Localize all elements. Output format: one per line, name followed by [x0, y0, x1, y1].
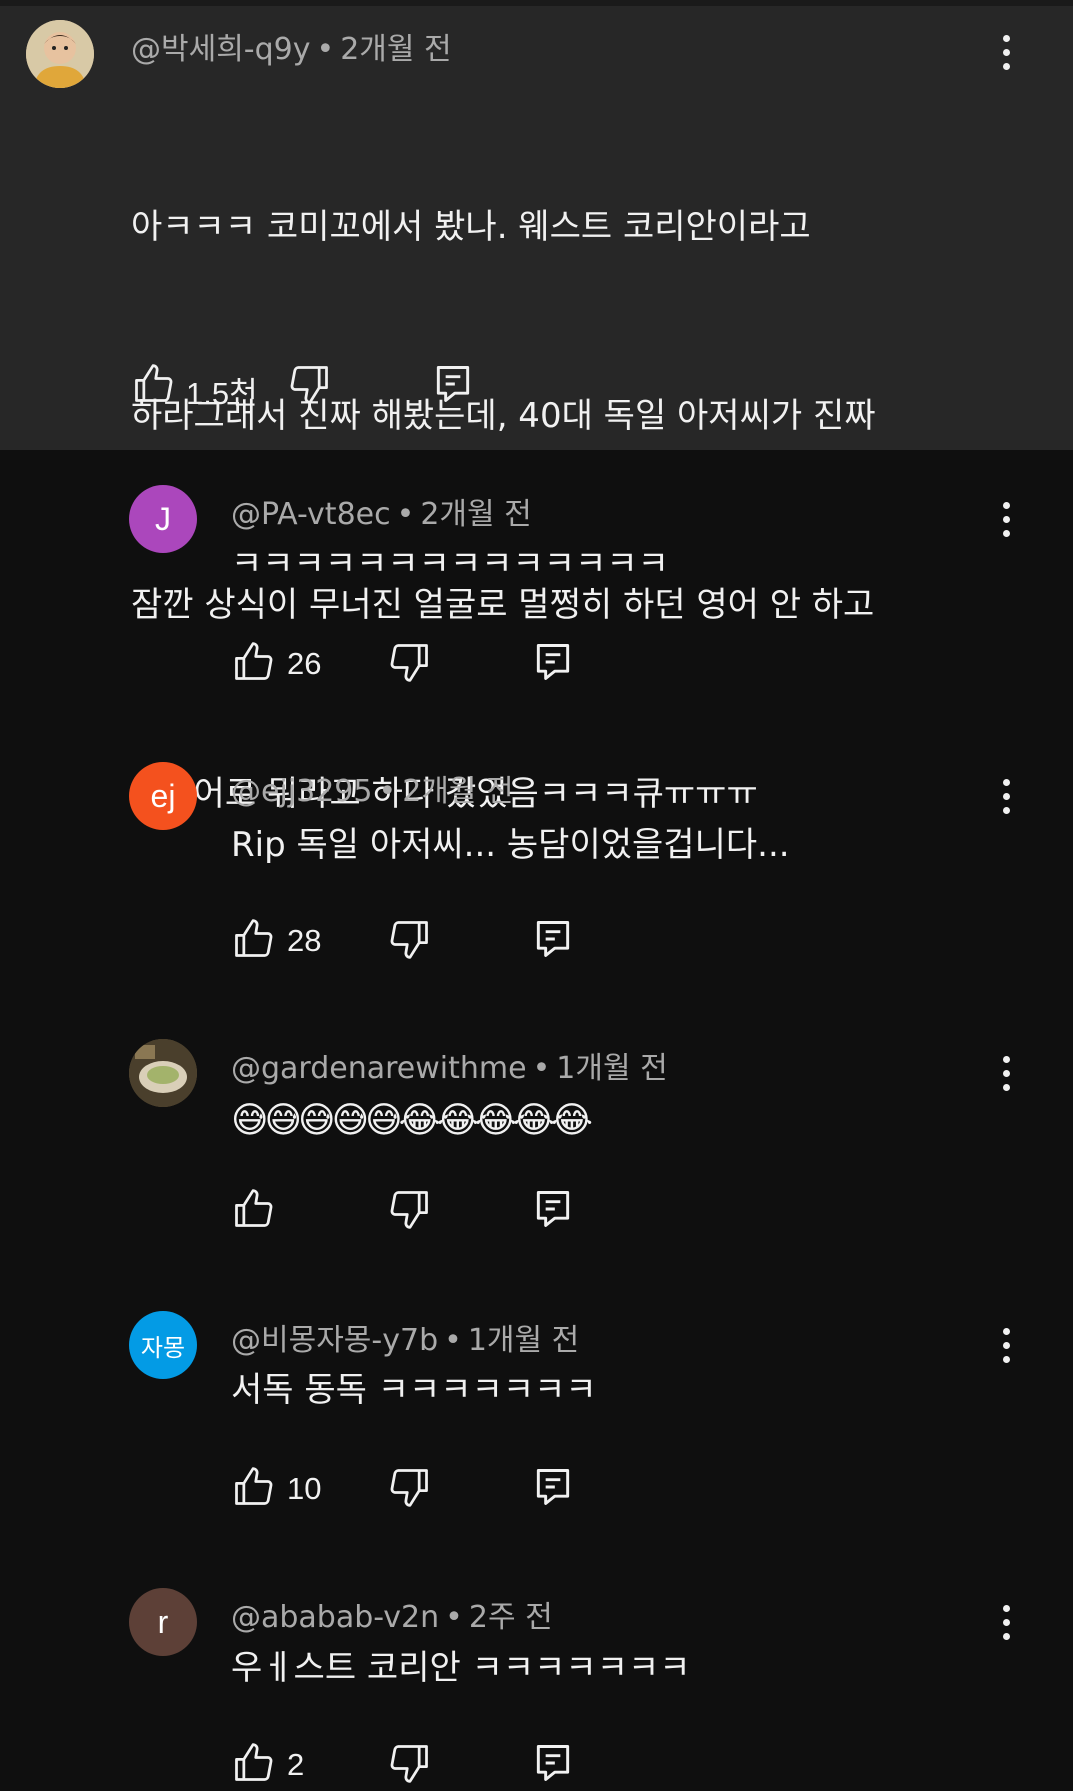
comment-meta: @PA-vt8ec • 2개월 전: [231, 489, 532, 533]
comment-time: 2개월 전: [420, 497, 532, 532]
comment-text: 😅😅😅😅😅😂😂😂😂😂: [231, 1100, 593, 1141]
comment-menu-button[interactable]: [986, 22, 1026, 82]
avatar[interactable]: r: [129, 1588, 197, 1656]
reply-comment-icon[interactable]: [531, 640, 575, 684]
reply-comment-icon[interactable]: [531, 1187, 575, 1231]
like-count: 10: [287, 1471, 322, 1506]
meta-separator: •: [378, 774, 397, 809]
like-count: 2: [287, 1747, 305, 1782]
comment-text: ㅋㅋㅋㅋㅋㅋㅋㅋㅋㅋㅋㅋㅋㅋ: [231, 544, 669, 584]
comment-time: 1개월 전: [467, 1323, 580, 1358]
more-vertical-icon: [1002, 778, 1010, 786]
avatar-letter: r: [157, 1603, 169, 1640]
comment-menu-button[interactable]: [986, 1043, 1026, 1103]
comment-menu-button[interactable]: [986, 489, 1026, 549]
avatar[interactable]: [129, 1039, 197, 1107]
like-count: 1.5천: [186, 376, 258, 411]
more-vertical-icon: [1002, 1604, 1010, 1612]
comment-text: 우ㅔ스트 코리안 ㅋㅋㅋㅋㅋㅋㅋ: [231, 1648, 691, 1688]
more-vertical-icon: [1002, 1327, 1010, 1335]
comment-menu-button[interactable]: [986, 1315, 1026, 1375]
author-handle[interactable]: @PA-vt8ec: [231, 497, 391, 532]
comment-time: 2개월 전: [402, 774, 514, 809]
like-count: 28: [287, 923, 322, 958]
thumbs-up-icon[interactable]: [231, 1741, 275, 1785]
thumbs-down-icon[interactable]: [388, 640, 432, 684]
meta-separator: •: [444, 1323, 462, 1358]
reply-comment-icon[interactable]: [431, 362, 475, 406]
thumbs-up-icon[interactable]: [231, 917, 275, 961]
more-vertical-icon: [1002, 34, 1010, 42]
comment-actions: 1.5천: [131, 362, 491, 412]
comment-actions: 28: [231, 917, 591, 967]
author-handle[interactable]: @gardenarewithme: [231, 1051, 527, 1086]
author-handle[interactable]: @ejj3295: [231, 774, 372, 809]
reply-comment-icon[interactable]: [531, 1741, 575, 1785]
more-vertical-icon: [1002, 501, 1010, 509]
comment-actions: 2: [231, 1741, 591, 1791]
parent-comment: @박세희-q9y • 2개월 전 아ㅋㅋㅋ 코미꼬에서 봤나. 웨스트 코리안이라고…: [0, 6, 1073, 814]
comment-meta: @ababab-v2n • 2주 전: [231, 1592, 553, 1636]
thumbs-down-icon[interactable]: [288, 362, 332, 406]
comment-line: 아ㅋㅋㅋ 코미꼬에서 봤나. 웨스트 코리안이라고: [131, 207, 811, 247]
meta-separator: •: [532, 1051, 551, 1086]
thumbs-up-icon[interactable]: [131, 362, 175, 406]
comment-actions: [231, 1187, 591, 1237]
comment-meta: @ejj3295 • 2개월 전: [231, 766, 514, 810]
meta-separator: •: [396, 497, 415, 532]
avatar[interactable]: [26, 20, 94, 88]
author-handle[interactable]: @비몽자몽-y7b: [231, 1323, 438, 1358]
comment-menu-button[interactable]: [986, 766, 1026, 826]
comment-actions: 26: [231, 640, 591, 690]
meta-separator: •: [316, 32, 335, 67]
reply-comment-icon[interactable]: [531, 1465, 575, 1509]
thumbs-down-icon[interactable]: [388, 1187, 432, 1231]
author-handle[interactable]: @ababab-v2n: [231, 1600, 439, 1635]
reply-comment-icon[interactable]: [531, 917, 575, 961]
comment-time: 1개월 전: [556, 1051, 668, 1086]
avatar-letter: ej: [150, 777, 176, 814]
child-photo-avatar-icon: [26, 20, 94, 88]
thumbs-up-icon[interactable]: [231, 1187, 275, 1231]
comment-actions: 10: [231, 1465, 591, 1515]
avatar[interactable]: ej: [129, 762, 197, 830]
meta-separator: •: [445, 1600, 463, 1635]
comment-meta: @비몽자몽-y7b • 1개월 전: [231, 1315, 579, 1359]
thumbs-up-icon[interactable]: [231, 1465, 275, 1509]
like-count: 26: [287, 646, 322, 681]
comment-time: 2주 전: [468, 1600, 553, 1635]
thumbs-down-icon[interactable]: [388, 1741, 432, 1785]
thumbs-down-icon[interactable]: [388, 1465, 432, 1509]
food-photo-avatar-icon: [129, 1039, 197, 1107]
author-handle[interactable]: @박세희-q9y: [131, 32, 311, 67]
avatar-letter: J: [155, 500, 171, 537]
thumbs-up-icon[interactable]: [231, 640, 275, 684]
avatar[interactable]: 자몽: [129, 1311, 197, 1379]
comment-time: 2개월 전: [340, 32, 452, 67]
comment-meta: @gardenarewithme • 1개월 전: [231, 1043, 668, 1087]
more-vertical-icon: [1002, 1055, 1010, 1063]
avatar[interactable]: J: [129, 485, 197, 553]
thumbs-down-icon[interactable]: [388, 917, 432, 961]
comment-text: Rip 독일 아저씨... 농담이었을겁니다...: [231, 825, 790, 865]
comment-text: 서독 동독 ㅋㅋㅋㅋㅋㅋㅋ: [231, 1370, 597, 1410]
comment-meta: @박세희-q9y • 2개월 전: [131, 24, 452, 68]
avatar-letter: 자몽: [140, 1334, 186, 1362]
comment-menu-button[interactable]: [986, 1592, 1026, 1652]
